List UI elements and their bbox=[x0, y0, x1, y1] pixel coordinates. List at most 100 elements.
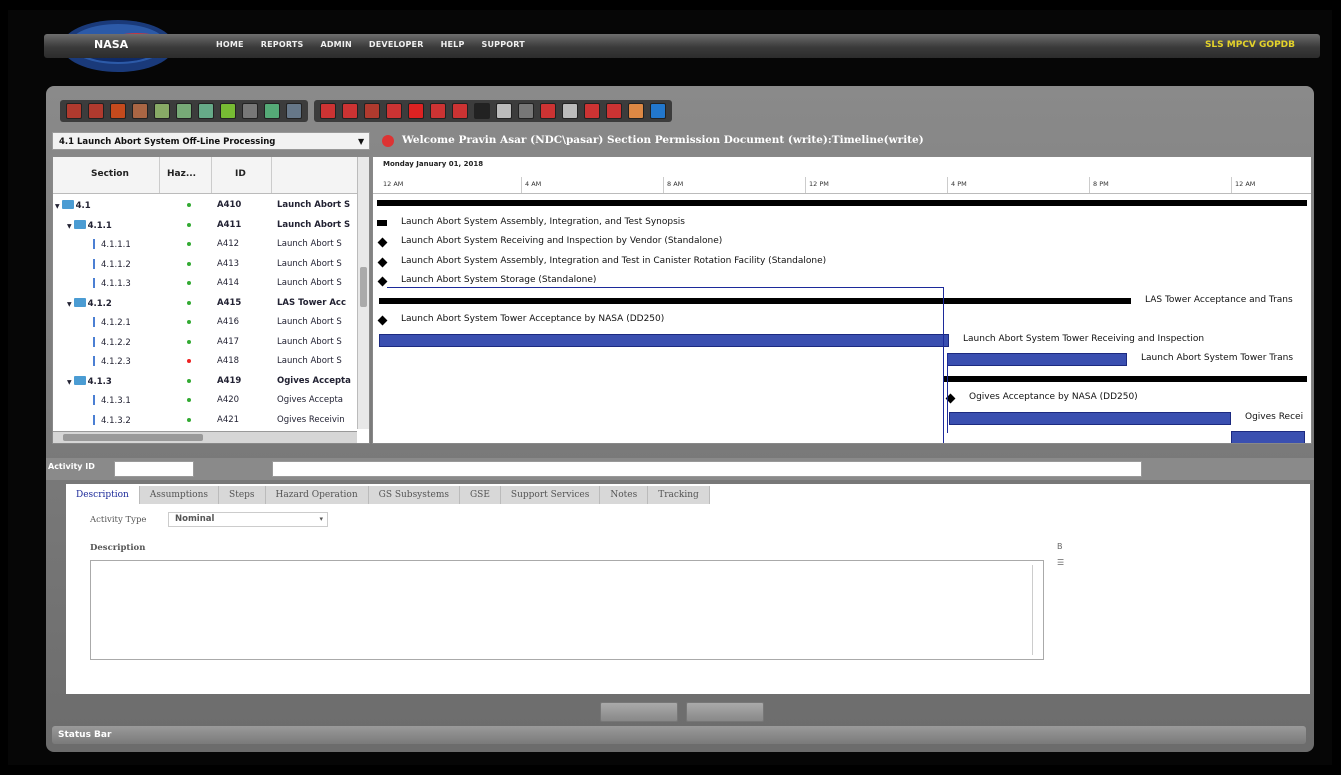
tab-steps[interactable]: Steps bbox=[219, 486, 266, 504]
primary-tool-icon-6[interactable] bbox=[176, 103, 192, 119]
tree-vertical-scrollbar[interactable] bbox=[357, 157, 369, 429]
tab-assumptions[interactable]: Assumptions bbox=[139, 486, 220, 504]
secondary-tool-icon-12[interactable] bbox=[562, 103, 578, 119]
gantt-milestone[interactable] bbox=[377, 257, 388, 267]
document-select[interactable]: 4.1 Launch Abort System Off-Line Process… bbox=[52, 132, 370, 150]
secondary-tool-icon-6[interactable] bbox=[430, 103, 446, 119]
textarea-scrollbar[interactable] bbox=[1032, 565, 1041, 655]
primary-tool-icon-2[interactable] bbox=[88, 103, 104, 119]
expand-arrow-icon[interactable]: ▼ bbox=[67, 379, 72, 386]
id-cell: A417 bbox=[217, 336, 240, 347]
hazard-indicator-icon bbox=[187, 300, 191, 305]
tree-row[interactable]: 4.1.2.2 A417 Launch Abort S bbox=[53, 332, 357, 352]
gantt-milestone[interactable] bbox=[377, 237, 388, 248]
id-column-header[interactable]: ID bbox=[235, 169, 246, 179]
activity-type-select[interactable]: Nominal ▾ bbox=[168, 512, 328, 527]
expand-arrow-icon[interactable]: ▼ bbox=[67, 301, 72, 308]
gantt-task-bar[interactable] bbox=[379, 333, 949, 347]
gantt-milestone[interactable] bbox=[377, 315, 388, 326]
section-number: 4.1.3 bbox=[87, 376, 112, 387]
expand-arrow-icon[interactable]: ▼ bbox=[55, 203, 60, 210]
description-textarea[interactable] bbox=[90, 560, 1044, 660]
list-icon[interactable]: ☰ bbox=[1057, 558, 1064, 567]
gantt-summary-bar[interactable] bbox=[377, 200, 1307, 206]
nav-link-developer[interactable]: DEVELOPER bbox=[369, 40, 424, 49]
chevron-down-icon[interactable]: ▼ bbox=[358, 137, 364, 146]
primary-tool-icon-7[interactable] bbox=[198, 103, 214, 119]
primary-tool-icon-10[interactable] bbox=[264, 103, 280, 119]
primary-tool-icon-5[interactable] bbox=[154, 103, 170, 119]
toolbar bbox=[60, 100, 678, 122]
folder-icon bbox=[73, 297, 86, 307]
secondary-tool-icon-14[interactable] bbox=[606, 103, 622, 119]
tree-horizontal-scrollbar[interactable] bbox=[53, 431, 357, 443]
secondary-tool-icon-9[interactable] bbox=[496, 103, 512, 119]
nav-link-home[interactable]: HOME bbox=[216, 40, 244, 49]
gantt-dependency-line bbox=[943, 287, 944, 443]
secondary-tool-icon-1[interactable] bbox=[320, 103, 336, 119]
secondary-tool-icon-16[interactable] bbox=[650, 103, 666, 119]
reset-button[interactable] bbox=[686, 702, 764, 722]
save-button[interactable] bbox=[600, 702, 678, 722]
tree-row[interactable]: 4.1.1.2 A413 Launch Abort S bbox=[53, 254, 357, 274]
secondary-tool-icon-5[interactable] bbox=[408, 103, 424, 119]
tab-gse[interactable]: GSE bbox=[459, 486, 501, 504]
gantt-summary-bar[interactable] bbox=[377, 219, 387, 226]
gantt-task-bar[interactable] bbox=[947, 353, 1127, 366]
secondary-tool-icon-3[interactable] bbox=[364, 103, 380, 119]
format-icon[interactable]: B bbox=[1057, 542, 1063, 551]
tab-tracking[interactable]: Tracking bbox=[648, 486, 710, 504]
gantt-task-bar[interactable] bbox=[1231, 431, 1305, 443]
nav-link-admin[interactable]: ADMIN bbox=[320, 40, 351, 49]
expand-arrow-icon[interactable]: ▼ bbox=[67, 223, 72, 230]
secondary-tool-icon-10[interactable] bbox=[518, 103, 534, 119]
secondary-tool-icon-13[interactable] bbox=[584, 103, 600, 119]
gantt-milestone[interactable] bbox=[377, 276, 388, 287]
secondary-tool-icon-4[interactable] bbox=[386, 103, 402, 119]
secondary-tool-icon-7[interactable] bbox=[452, 103, 468, 119]
tab-hazard-operation[interactable]: Hazard Operation bbox=[265, 486, 369, 504]
tree-row[interactable]: ▼ 4.1 A410 Launch Abort S bbox=[53, 195, 357, 215]
gantt-summary-bar[interactable] bbox=[379, 297, 1131, 304]
activity-name-field[interactable] bbox=[272, 461, 1142, 477]
section-cell: ▼ 4.1 bbox=[55, 200, 91, 211]
task-icon bbox=[93, 414, 95, 425]
nav-link-reports[interactable]: REPORTS bbox=[261, 40, 304, 49]
primary-tool-icon-3[interactable] bbox=[110, 103, 126, 119]
tab-notes[interactable]: Notes bbox=[600, 486, 649, 504]
secondary-tool-icon-2[interactable] bbox=[342, 103, 358, 119]
secondary-tool-icon-15[interactable] bbox=[628, 103, 644, 119]
secondary-tool-icon-8[interactable] bbox=[474, 103, 490, 119]
primary-tool-icon-1[interactable] bbox=[66, 103, 82, 119]
tab-support-services[interactable]: Support Services bbox=[500, 486, 601, 504]
tab-description[interactable]: Description bbox=[66, 486, 140, 504]
nav-link-support[interactable]: SUPPORT bbox=[482, 40, 525, 49]
secondary-tool-icon-11[interactable] bbox=[540, 103, 556, 119]
section-column-header[interactable]: Section bbox=[91, 169, 129, 179]
activity-id-field[interactable] bbox=[114, 461, 194, 477]
primary-tool-icon-8[interactable] bbox=[220, 103, 236, 119]
gantt-chart[interactable]: Monday January 01, 2018 12 AM 4 AM 8 AM 12 … bbox=[372, 156, 1312, 444]
gantt-summary-bar[interactable] bbox=[943, 375, 1307, 382]
tree-row[interactable]: 4.1.1.3 A414 Launch Abort S bbox=[53, 273, 357, 293]
nav-links: HOME REPORTS ADMIN DEVELOPER HELP SUPPORT bbox=[216, 40, 542, 49]
nav-link-help[interactable]: HELP bbox=[441, 40, 465, 49]
tree-row[interactable]: 4.1.3.1 A420 Ogives Accepta bbox=[53, 390, 357, 410]
hazard-column-header[interactable]: Haz... bbox=[167, 169, 196, 179]
app-title: SLS MPCV GOPDB bbox=[1204, 40, 1295, 50]
primary-tool-icon-11[interactable] bbox=[286, 103, 302, 119]
gantt-task-bar[interactable] bbox=[949, 411, 1231, 425]
primary-tool-icon-9[interactable] bbox=[242, 103, 258, 119]
gantt-task-label: Launch Abort System Tower Acceptance by … bbox=[401, 314, 665, 324]
tab-gs-subsystems[interactable]: GS Subsystems bbox=[368, 486, 460, 504]
tree-row[interactable]: ▼ 4.1.3 A419 Ogives Accepta bbox=[53, 371, 357, 391]
tree-row[interactable]: ▼ 4.1.1 A411 Launch Abort S bbox=[53, 215, 357, 235]
primary-tool-icon-4[interactable] bbox=[132, 103, 148, 119]
tree-row[interactable]: 4.1.1.1 A412 Launch Abort S bbox=[53, 234, 357, 254]
tree-row[interactable]: 4.1.2.3 A418 Launch Abort S bbox=[53, 351, 357, 371]
tree-row[interactable]: ▼ 4.1.2 A415 LAS Tower Acc bbox=[53, 293, 357, 313]
tree-row[interactable]: 4.1.2.1 A416 Launch Abort S bbox=[53, 312, 357, 332]
task-icon bbox=[93, 336, 95, 347]
tree-row[interactable]: 4.1.3.2 A421 Ogives Receivin bbox=[53, 410, 357, 430]
hazard-indicator-icon bbox=[187, 378, 191, 383]
